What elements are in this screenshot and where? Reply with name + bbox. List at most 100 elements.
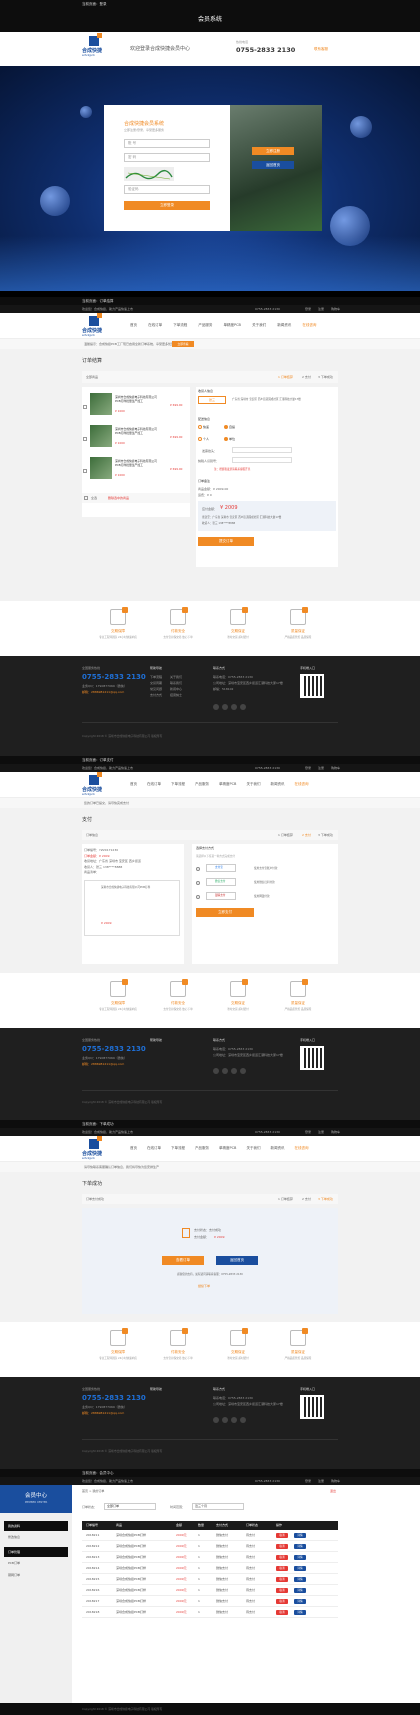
item-checkbox[interactable] <box>83 469 87 473</box>
footer-email[interactable]: 邮箱：2886981211@qq.com <box>82 1062 124 1066</box>
submit-order-button[interactable]: 提交订单 <box>198 537 254 546</box>
username-input[interactable]: 账 号 <box>124 139 210 148</box>
invoice-title-input[interactable] <box>232 447 292 453</box>
nav-item-products[interactable]: 产品服务 <box>198 323 212 327</box>
method-wechat[interactable]: 微信支付 使用微信扫码付款 <box>196 878 334 888</box>
nav-item-news[interactable]: 新闻资讯 <box>270 1146 284 1150</box>
sidebar-item-profile[interactable]: 我的资料 <box>4 1521 68 1531</box>
wechat-icon[interactable] <box>222 704 228 710</box>
nav-item-products[interactable]: 产品服务 <box>195 1146 209 1150</box>
cancel-order-button[interactable]: 取消 <box>276 1609 288 1615</box>
cancel-order-button[interactable]: 取消 <box>276 1587 288 1593</box>
cancel-order-button[interactable]: 取消 <box>276 1565 288 1571</box>
brand-logo[interactable]: 合成快捷 szhckjpcb <box>82 772 106 799</box>
top-register-link[interactable]: 注册 <box>318 305 324 313</box>
nav-item-news[interactable]: 新闻资讯 <box>277 323 291 327</box>
notice-button[interactable]: 立即查看 <box>172 341 194 347</box>
pay-now-button[interactable]: 立即支付 <box>196 908 254 917</box>
top-cart-link[interactable]: 购物车 <box>331 305 340 313</box>
top-cart-link[interactable]: 购物车 <box>331 764 340 772</box>
qq-icon[interactable] <box>231 704 237 710</box>
order-detail-button[interactable]: 详情 <box>294 1587 306 1593</box>
cancel-order-button[interactable]: 取消 <box>276 1532 288 1538</box>
email-icon[interactable] <box>240 1068 246 1074</box>
item-checkbox[interactable] <box>83 437 87 441</box>
nav-item-consult[interactable]: 在线咨询 <box>294 1146 308 1150</box>
footer-link[interactable]: 支付方式 <box>150 692 162 698</box>
qq-icon[interactable] <box>231 1417 237 1423</box>
sidebar-item-pcb-orders[interactable]: PCB订单 <box>8 1561 20 1565</box>
product-name[interactable]: 深圳市合成快捷电子科技有限公司PCB打样批量生产加工 <box>115 395 161 403</box>
nav-item-single-pcb[interactable]: 单精度PCB <box>219 782 236 786</box>
nav-item-single-pcb[interactable]: 单精度PCB <box>219 1146 236 1150</box>
nav-item-consult[interactable]: 在线咨询 <box>294 782 308 786</box>
nav-item-online-order[interactable]: 在线订单 <box>147 782 161 786</box>
product-thumb[interactable] <box>90 457 112 479</box>
cancel-order-button[interactable]: 取消 <box>276 1598 288 1604</box>
nav-item-home[interactable]: 首页 <box>130 782 137 786</box>
order-detail-button[interactable]: 详情 <box>294 1543 306 1549</box>
sidebar-item-orders[interactable]: 订单管理 <box>4 1547 68 1557</box>
nav-item-process[interactable]: 下单流程 <box>171 1146 185 1150</box>
product-name[interactable]: 深圳市合成快捷电子科技有限公司PCB打样批量生产加工 <box>115 459 161 467</box>
select-all-checkbox[interactable] <box>84 496 88 500</box>
top-cart-link[interactable]: 购物车 <box>331 1477 340 1485</box>
footer-email[interactable]: 邮箱：2886981211@qq.com <box>82 690 124 694</box>
nav-item-home[interactable]: 首页 <box>130 323 137 327</box>
qq-icon[interactable] <box>231 1068 237 1074</box>
login-button[interactable]: 立即登录 <box>124 201 210 210</box>
wechat-icon[interactable] <box>222 1417 228 1423</box>
invoice-option-company[interactable]: 单位 <box>224 437 235 441</box>
invoice-tax-input[interactable] <box>232 457 292 463</box>
nav-item-online-order[interactable]: 在线订单 <box>148 323 162 327</box>
product-name[interactable]: 深圳市合成快捷电子科技有限公司PCB打样批量生产加工 <box>115 427 161 435</box>
nav-item-about[interactable]: 关于我们 <box>246 782 260 786</box>
back-home-button[interactable]: 返回首页 <box>216 1256 258 1265</box>
service-link[interactable]: 联系客服 <box>314 47 328 52</box>
brand-logo[interactable]: 合成快捷 szhckjpcb <box>82 313 106 340</box>
sidebar-item-edit-info[interactable]: 修改信息 <box>8 1535 20 1539</box>
brand-logo[interactable]: 合成快捷 szhckjpcb <box>82 33 106 60</box>
captcha-image[interactable] <box>124 167 174 181</box>
filter-status-select[interactable]: 全部订单 <box>104 1503 156 1510</box>
order-detail-button[interactable]: 详情 <box>294 1565 306 1571</box>
captcha-input[interactable]: 验证码 <box>124 185 210 194</box>
delivery-option-express[interactable]: 快递 <box>198 425 209 429</box>
nav-item-process[interactable]: 下单流程 <box>171 782 185 786</box>
nav-item-single-pcb[interactable]: 单精度PCB <box>224 323 241 327</box>
wechat-icon[interactable] <box>222 1068 228 1074</box>
select-all-label[interactable]: 全选 <box>91 496 97 500</box>
method-unionpay[interactable]: 银联支付 使用网银付款 <box>196 892 334 902</box>
weibo-icon[interactable] <box>213 1068 219 1074</box>
cancel-order-button[interactable]: 取消 <box>276 1554 288 1560</box>
top-register-link[interactable]: 注册 <box>318 1477 324 1485</box>
nav-item-about[interactable]: 关于我们 <box>252 323 266 327</box>
email-icon[interactable] <box>240 1417 246 1423</box>
view-order-button[interactable]: 查看订单 <box>162 1256 204 1265</box>
sidebar-item-stencil-orders[interactable]: 钢网订单 <box>8 1573 20 1577</box>
order-detail-button[interactable]: 详情 <box>294 1609 306 1615</box>
order-detail-button[interactable]: 详情 <box>294 1598 306 1604</box>
order-detail-button[interactable]: 详情 <box>294 1532 306 1538</box>
top-login-link[interactable]: 登录 <box>305 764 311 772</box>
continue-link[interactable]: 继续下单 <box>198 1284 210 1288</box>
brand-logo[interactable]: 合成快捷 szhckjpcb <box>82 1136 106 1163</box>
logout-link[interactable]: 退出 <box>330 1489 336 1493</box>
method-alipay[interactable]: 支付宝 使用支付宝账户付款 <box>196 864 334 874</box>
register-button[interactable]: 立即注册 <box>252 147 294 155</box>
nav-item-consult[interactable]: 在线咨询 <box>302 323 316 327</box>
item-checkbox[interactable] <box>83 405 87 409</box>
cancel-order-button[interactable]: 取消 <box>276 1576 288 1582</box>
order-detail-button[interactable]: 详情 <box>294 1576 306 1582</box>
invoice-option-personal[interactable]: 个人 <box>198 437 209 441</box>
top-register-link[interactable]: 注册 <box>318 1128 324 1136</box>
nav-item-news[interactable]: 新闻资讯 <box>270 782 284 786</box>
footer-link[interactable]: 招贤纳士 <box>170 692 182 698</box>
nav-item-about[interactable]: 关于我们 <box>246 1146 260 1150</box>
top-register-link[interactable]: 注册 <box>318 764 324 772</box>
order-detail-button[interactable]: 详情 <box>294 1554 306 1560</box>
nav-item-home[interactable]: 首页 <box>130 1146 137 1150</box>
weibo-icon[interactable] <box>213 704 219 710</box>
top-login-link[interactable]: 登录 <box>305 1128 311 1136</box>
back-home-button[interactable]: 返回首页 <box>252 161 294 169</box>
